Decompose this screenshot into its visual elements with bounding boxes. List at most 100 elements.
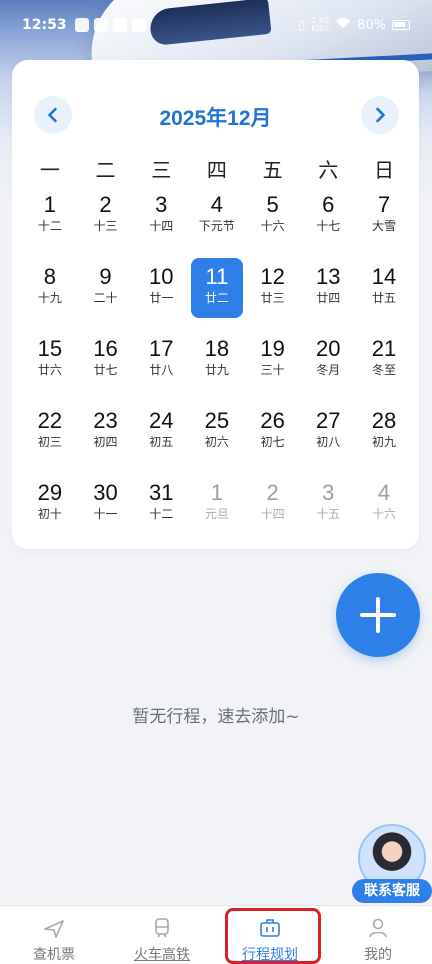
lunar-date: 冬月 [316,363,341,377]
day-number: 18 [204,336,230,361]
lunar-date: 初三 [37,435,62,449]
calendar-day[interactable]: 3 十五 [300,476,356,548]
lunar-date: 初六 [204,435,229,449]
day-number: 7 [377,192,391,217]
lunar-date: 廿九 [204,363,229,377]
calendar-day[interactable]: 3 十四 [133,188,189,260]
calendar-week-row: 15 廿六 16 廿七 17 廿八 18 廿九 19 三十 20 冬月 21 冬至 [22,332,412,404]
calendar-day[interactable]: 16 廿七 [78,332,134,404]
day-number: 4 [377,480,391,505]
calendar-day[interactable]: 11 廿二 [189,258,245,332]
calendar-day[interactable]: 27 初八 [300,404,356,476]
calendar-week-row: 29 初十 30 十一 31 十二 1 元旦 2 十四 3 十五 4 十六 [22,476,412,548]
empty-state-text: 暂无行程，速去添加~ [132,707,300,727]
day-number: 29 [37,480,63,505]
calendar-day[interactable]: 14 廿五 [356,260,412,332]
day-number: 23 [93,408,118,433]
calendar-day[interactable]: 4 下元节 [189,188,245,260]
day-number: 5 [266,192,279,217]
calendar-day[interactable]: 5 十六 [245,188,301,260]
calendar-day[interactable]: 9 二十 [78,260,134,332]
day-number: 15 [37,336,63,361]
calendar-day[interactable]: 28 初九 [356,404,412,476]
day-number: 25 [204,408,230,433]
calendar-day[interactable]: 20 冬月 [300,332,356,404]
nav-item-trains[interactable]: 火车高铁 [108,906,216,964]
calendar-day[interactable]: 1 元旦 [189,476,245,548]
day-number: 1 [43,192,56,217]
calendar-day[interactable]: 31 十二 [133,476,189,548]
lunar-date: 冬至 [371,363,396,377]
calendar-day[interactable]: 17 廿八 [133,332,189,404]
status-right: ▯ 1.60 KB/s 80% [298,17,410,33]
calendar-day[interactable]: 1 十二 [22,188,78,260]
calendar-day[interactable]: 23 初四 [78,404,134,476]
lunar-date: 廿七 [93,363,118,377]
calendar-week-row: 8 十九 9 二十 10 廿一 11 廿二 12 廿三 13 廿四 14 廿五 [22,258,412,332]
net-speed: 1.60 KB/s [311,17,329,33]
calendar-day[interactable]: 8 十九 [22,260,78,332]
lunar-date: 十五 [316,507,341,521]
lunar-date: 廿一 [149,291,174,305]
calendar-day[interactable]: 22 初三 [22,404,78,476]
nav-item-profile[interactable]: 我的 [324,906,432,964]
lunar-date: 廿六 [37,363,62,377]
day-number: 16 [93,336,118,361]
calendar-day[interactable]: 12 廿三 [245,260,301,332]
day-number: 22 [37,408,63,433]
day-number: 2 [99,192,112,217]
calendar-week-row: 1 十二 2 十三 3 十四 4 下元节 5 十六 6 十七 7 大雪 [22,188,412,260]
lunar-date: 初九 [371,435,396,449]
day-number: 13 [316,264,341,289]
calendar-day[interactable]: 19 三十 [245,332,301,404]
lunar-date: 十三 [93,219,118,233]
calendar-day[interactable]: 4 十六 [356,476,412,548]
lunar-date: 二十 [93,291,118,305]
day-number: 12 [260,264,285,289]
calendar-day[interactable]: 2 十三 [78,188,134,260]
calendar-day[interactable]: 30 十一 [78,476,134,548]
next-month-button[interactable] [361,96,399,134]
lunar-date: 元旦 [204,507,229,521]
lunar-date: 廿四 [316,291,341,305]
calendar-grid: 1 十二 2 十三 3 十四 4 下元节 5 十六 6 十七 7 大雪 8 十九 9 二十 10 廿一 11 廿二 12 廿三… [22,188,412,548]
calendar-day[interactable]: 29 初十 [22,476,78,548]
weekday-label: 三 [151,158,172,182]
day-number: 10 [148,264,174,289]
calendar-day[interactable]: 6 十七 [300,188,356,260]
plus-icon [360,597,396,633]
calendar-day[interactable]: 13 廿四 [300,260,356,332]
customer-service-button[interactable]: 联系客服 [352,824,432,906]
person-icon [369,918,387,938]
calendar-day[interactable]: 25 初六 [189,404,245,476]
day-number: 26 [260,408,285,433]
lunar-date: 十六 [371,507,396,521]
lunar-date: 十六 [260,219,285,233]
calendar-day[interactable]: 24 初五 [133,404,189,476]
calendar-day[interactable]: 21 冬至 [356,332,412,404]
calendar-day[interactable]: 7 大雪 [356,188,412,260]
lunar-date: 初四 [93,435,118,449]
nav-item-label: 我的 [364,947,392,963]
add-trip-button[interactable] [336,573,420,657]
airplane-icon [44,920,64,938]
calendar-day[interactable]: 10 廿一 [133,260,189,332]
calendar-day[interactable]: 2 十四 [245,476,301,548]
calendar-day[interactable]: 26 初七 [245,404,301,476]
nav-item-label: 火车高铁 [134,947,190,963]
day-number: 8 [43,264,56,289]
day-number: 19 [260,336,285,361]
day-number: 4 [210,192,224,217]
calendar-day[interactable]: 18 廿九 [189,332,245,404]
calendar-week-row: 22 初三 23 初四 24 初五 25 初六 26 初七 27 初八 28 初九 [22,404,412,476]
lunar-date: 廿八 [149,363,174,377]
day-number: 17 [148,336,174,361]
day-number: 30 [93,480,118,505]
lunar-date: 十四 [260,507,285,521]
calendar-day[interactable]: 15 廿六 [22,332,78,404]
battery-text: 80% [357,17,386,33]
weekday-label: 五 [262,158,283,182]
battery-icon [392,20,410,30]
nav-item-flights[interactable]: 查机票 [0,906,108,964]
weekday-header: 一 二 三 四 五 六 日 [22,154,412,183]
